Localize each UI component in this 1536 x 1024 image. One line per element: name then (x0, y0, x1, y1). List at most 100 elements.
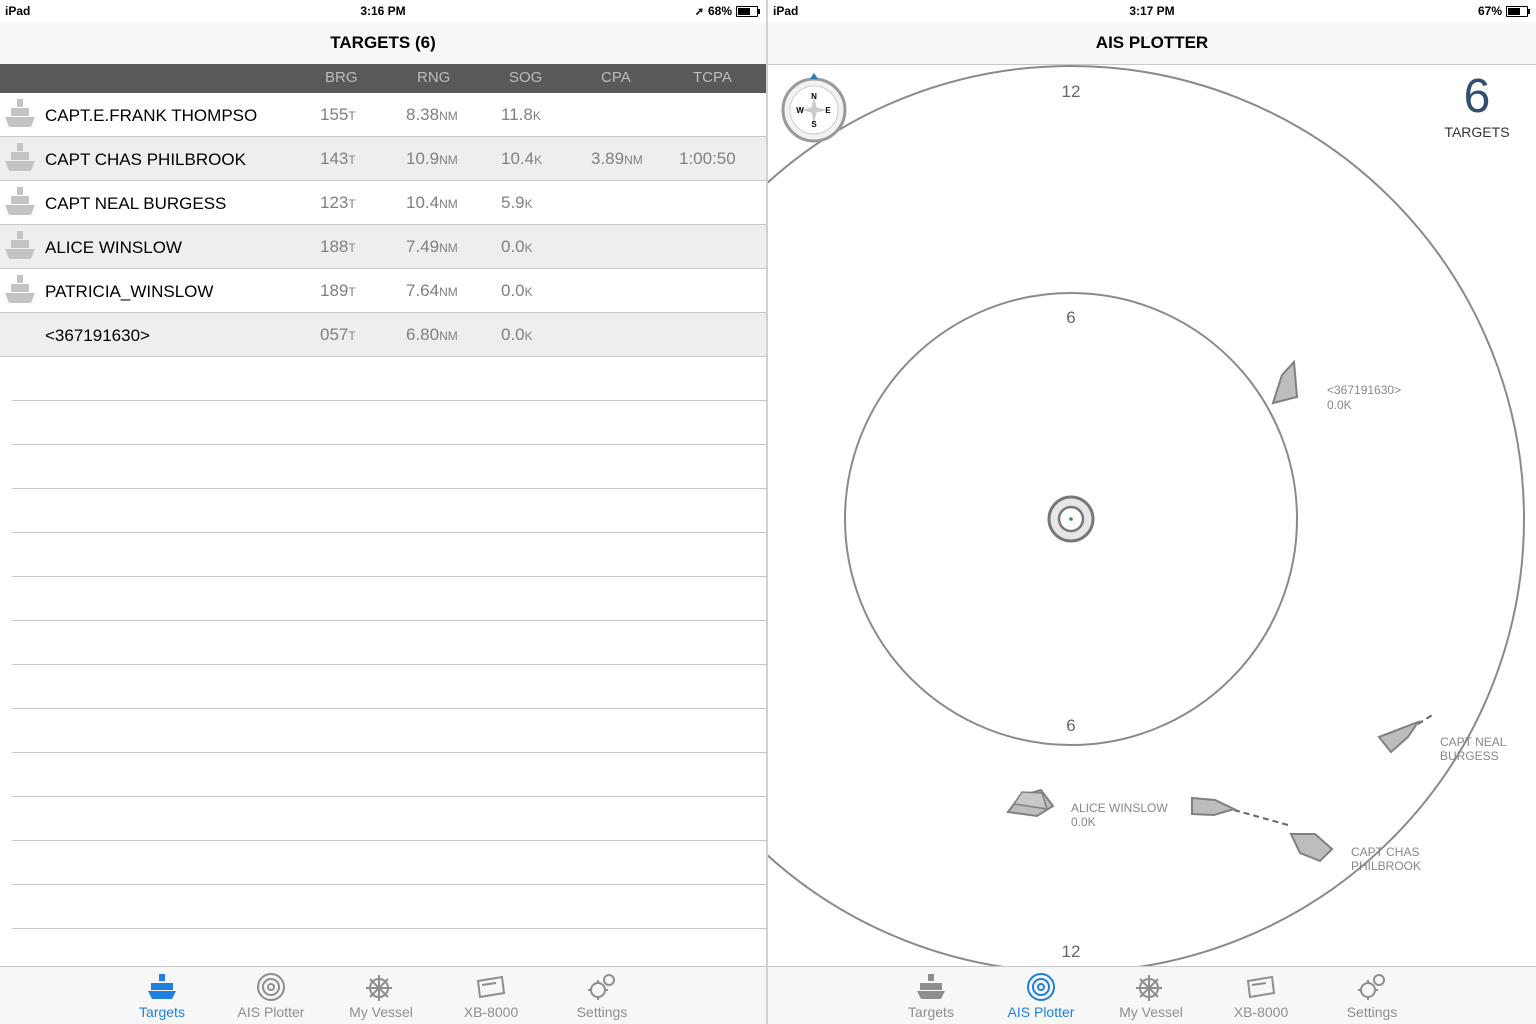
target-label-name: <367191630> (1327, 383, 1401, 397)
tab-label: Settings (576, 1004, 628, 1020)
vessel-name: PATRICIA_WINSLOW (45, 282, 214, 301)
radar-icon (1027, 973, 1055, 1001)
cell-sog: 5.9K (501, 193, 533, 212)
compass-e: E (825, 106, 831, 115)
cell-sog: 0.0K (501, 325, 533, 344)
target-count-panel: 6 TARGETS (1432, 70, 1522, 140)
cell-brg: 189T (320, 281, 356, 300)
column-sog[interactable]: SOG (509, 69, 542, 86)
cell-rng: 10.9NM (406, 149, 458, 168)
tab-targets[interactable]: Targets (881, 971, 981, 1020)
column-header: BRG RNG SOG CPA TCPA (0, 64, 766, 93)
empty-row (12, 665, 766, 709)
target-count-label: TARGETS (1444, 124, 1510, 140)
targets-list: CAPT.E.FRANK THOMPSO 155T 8.38NM 11.8K CAPT … (0, 93, 766, 357)
vessel-target-capt-e-frank-thompso[interactable] (1191, 796, 1289, 826)
compass-w: W (796, 106, 804, 115)
settings-gear-icon (588, 974, 615, 1000)
target-label-name: BURGESS (1440, 749, 1499, 763)
cell-brg: 143T (320, 149, 356, 168)
vessel-target-alice-winslow[interactable] (1006, 788, 1055, 818)
device-icon (476, 975, 506, 999)
table-row[interactable]: CAPT.E.FRANK THOMPSO 155T 8.38NM 11.8K (0, 93, 766, 137)
vessel-name: CAPT NEAL BURGESS (45, 194, 227, 213)
target-label-speed: 0.0K (1327, 398, 1352, 412)
radar-icon (257, 973, 285, 1001)
cell-sog: 10.4K (501, 149, 543, 168)
tab-targets[interactable]: Targets (112, 971, 212, 1020)
target-label-name: PHILBROOK (1351, 859, 1421, 873)
cell-sog: 11.8K (501, 105, 541, 124)
cell-brg: 155T (320, 105, 356, 124)
column-cpa[interactable]: CPA (601, 69, 631, 86)
table-row[interactable]: <367191630> 057T 6.80NM 0.0K (0, 313, 766, 357)
battery-percent: 67% (1477, 4, 1502, 18)
cell-rng: 8.38NM (406, 105, 458, 124)
compass-icon[interactable]: N S E W (781, 73, 847, 143)
settings-gear-icon (1358, 974, 1385, 1000)
cell-rng: 7.64NM (406, 281, 458, 300)
vessel-target-capt-neal-burgess[interactable] (1377, 713, 1435, 754)
ship-wheel-icon (1136, 975, 1162, 1001)
ring-label-inner-bottom: 6 (1066, 716, 1075, 735)
table-row[interactable]: CAPT NEAL BURGESS 123T 10.4NM 5.9K (0, 181, 766, 225)
column-brg[interactable]: BRG (325, 69, 358, 86)
target-label-name: CAPT NEAL (1440, 735, 1507, 749)
cell-rng: 10.4NM (406, 193, 458, 212)
own-vessel-icon[interactable] (1047, 495, 1095, 543)
location-arrow-icon: ➚ (694, 5, 704, 18)
tab-xb-8000[interactable]: XB-8000 (441, 971, 541, 1020)
vessel-name: <367191630> (45, 326, 150, 345)
tab-bar: Targets AIS Plotter My Vessel XB-8000 Se… (768, 966, 1536, 1024)
empty-row (12, 533, 766, 577)
plotter-canvas[interactable]: 12 6 6 12 N S E W <367191630> 0.0K CAPT … (768, 65, 1536, 967)
column-rng[interactable]: RNG (417, 69, 450, 86)
tab-settings[interactable]: Settings (552, 971, 652, 1020)
ship-icon (3, 229, 37, 263)
tab-xb-8000[interactable]: XB-8000 (1211, 971, 1311, 1020)
vessel-target-367191630[interactable] (1271, 359, 1299, 405)
empty-row (12, 709, 766, 753)
tab-ais-plotter[interactable]: AIS Plotter (221, 971, 321, 1020)
battery-icon (1506, 5, 1530, 17)
tab-settings[interactable]: Settings (1322, 971, 1422, 1020)
column-tcpa[interactable]: TCPA (693, 69, 732, 86)
targets-tab-icon (917, 974, 945, 999)
compass-n: N (811, 92, 817, 101)
cell-brg: 188T (320, 237, 356, 256)
empty-list-area (12, 357, 766, 929)
tab-label: My Vessel (1119, 1004, 1183, 1020)
empty-row (12, 621, 766, 665)
tab-ais-plotter[interactable]: AIS Plotter (991, 971, 1091, 1020)
tab-label: AIS Plotter (1007, 1004, 1075, 1020)
empty-row (12, 445, 766, 489)
empty-row (12, 885, 766, 929)
tab-my-vessel[interactable]: My Vessel (331, 971, 431, 1020)
cell-tcpa: 1:00:50 (679, 149, 736, 168)
ais-plotter-screen: iPad 3:17 PM 67% AIS PLOTTER 12 6 6 12 N… (768, 0, 1536, 1024)
target-label-name: ALICE WINSLOW (1071, 801, 1168, 815)
table-row[interactable]: ALICE WINSLOW 188T 7.49NM 0.0K (0, 225, 766, 269)
ship-icon (3, 273, 37, 307)
tab-label: Settings (1346, 1004, 1398, 1020)
targets-tab-icon (148, 974, 176, 999)
empty-row (12, 841, 766, 885)
table-row[interactable]: PATRICIA_WINSLOW 189T 7.64NM 0.0K (0, 269, 766, 313)
cell-sog: 0.0K (501, 281, 533, 300)
empty-row (12, 401, 766, 445)
empty-row (12, 753, 766, 797)
vessel-target-capt-chas-philbrook[interactable] (1289, 833, 1334, 863)
vessel-name: ALICE WINSLOW (45, 238, 182, 257)
cell-sog: 0.0K (501, 237, 533, 256)
page-title: AIS PLOTTER (1095, 33, 1209, 52)
tab-my-vessel[interactable]: My Vessel (1101, 971, 1201, 1020)
target-label-speed: 0.0K (1071, 815, 1096, 829)
tab-label: AIS Plotter (237, 1004, 305, 1020)
tab-label: XB-8000 (1233, 1004, 1289, 1020)
vessel-name: CAPT.E.FRANK THOMPSO (45, 106, 258, 125)
tab-label: My Vessel (349, 1004, 413, 1020)
page-title: TARGETS (6) (330, 33, 436, 52)
cell-rng: 7.49NM (406, 237, 458, 256)
table-row[interactable]: CAPT CHAS PHILBROOK 143T 10.9NM 10.4K 3.89NM… (0, 137, 766, 181)
tab-label: Targets (139, 1004, 185, 1020)
